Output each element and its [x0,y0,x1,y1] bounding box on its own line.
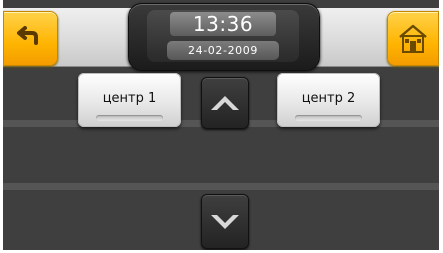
clock-widget: 13:36 24-02-2009 [128,3,320,71]
room-indicator-bar [295,115,362,121]
scroll-up-button[interactable] [201,77,249,129]
room-button-label: центр 1 [102,91,157,106]
frame-edge [439,0,443,253]
chevron-down-icon [211,215,239,229]
back-button[interactable] [3,11,58,66]
room-indicator-bar [96,115,163,121]
chevron-up-icon [211,96,239,110]
scroll-down-button[interactable] [201,194,249,249]
home-button[interactable] [387,11,439,66]
screen: 13:36 24-02-2009 центр 1 центр 2 [0,0,443,253]
back-arrow-icon [17,26,38,45]
home-icon [399,24,427,53]
room-button-label: центр 2 [301,91,356,106]
divider [3,183,439,190]
clock-date: 24-02-2009 [167,41,279,60]
clock-time: 13:36 [170,12,276,36]
room-button-1[interactable]: центр 1 [78,73,181,127]
frame-edge [0,0,3,253]
room-button-2[interactable]: центр 2 [277,73,380,127]
